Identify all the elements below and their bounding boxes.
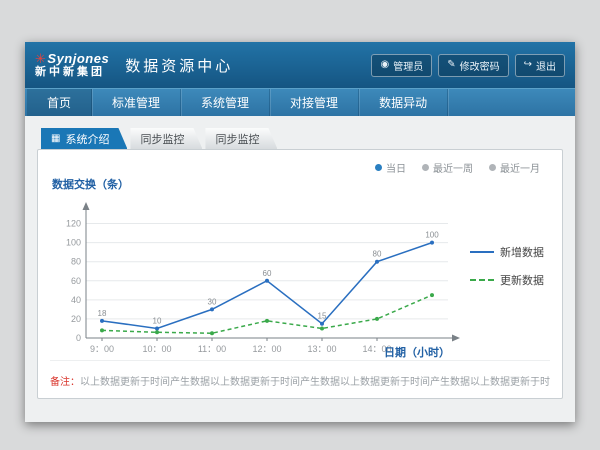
line-chart: 0 20 40 60 80 100 120 9：00 10：00 11：00 12：00 13：00 1…	[48, 194, 468, 366]
series-legend: 新增数据 更新数据	[470, 244, 544, 288]
solid-line-icon	[470, 251, 494, 253]
logo-subtitle: 新中新集团	[35, 66, 109, 78]
svg-text:60: 60	[263, 269, 272, 278]
svg-text:12：00: 12：00	[252, 344, 281, 354]
chart-row: 0 20 40 60 80 100 120 9：00 10：00 11：00 12：00 13：00 1…	[48, 194, 552, 366]
footnote-label: 备注：	[50, 377, 80, 388]
tab-sync-monitor-2[interactable]: 同步监控	[205, 128, 277, 149]
svg-text:0: 0	[76, 333, 81, 343]
nav-item-home[interactable]: 首页	[27, 89, 92, 116]
user-button-label: 管理员	[393, 58, 423, 73]
svg-text:9：00: 9：00	[90, 344, 114, 354]
tab-label: 系统介绍	[65, 131, 109, 147]
svg-text:80: 80	[71, 257, 81, 267]
svg-text:100: 100	[66, 238, 81, 248]
footnote: 备注：以上数据更新于时间产生数据以上数据更新于时间产生数据以上数据更新于时间产生…	[50, 360, 550, 388]
series-label: 更新数据	[500, 272, 544, 288]
logout-button[interactable]: ↪ 退出	[515, 54, 565, 77]
app-window: ✳Synjones 新中新集团 数据资源中心 ◉ 管理员 ✎ 修改密码 ↪ 退出	[25, 42, 575, 422]
filter-label: 当日	[386, 160, 406, 175]
filter-last-week[interactable]: 最近一周	[422, 160, 473, 175]
main-nav: 首页 标准管理 系统管理 对接管理 数据异动	[25, 88, 575, 116]
time-range-filters: 当日 最近一周 最近一月	[375, 160, 540, 175]
logout-label: 退出	[536, 58, 556, 73]
logout-icon: ↪	[524, 60, 532, 70]
x-axis-title: 日期（小时）	[384, 344, 450, 360]
svg-text:80: 80	[373, 250, 382, 259]
svg-text:60: 60	[71, 276, 81, 286]
nav-item-standard-mgmt[interactable]: 标准管理	[92, 89, 181, 116]
legend-new-data: 新增数据	[470, 244, 544, 260]
logo-star-icon: ✳	[35, 51, 46, 66]
legend-updated-data: 更新数据	[470, 272, 544, 288]
svg-text:11：00: 11：00	[198, 344, 226, 354]
y-axis-title: 数据交换（条）	[52, 176, 552, 192]
dot-icon	[422, 164, 429, 171]
svg-text:30: 30	[208, 297, 217, 306]
svg-text:40: 40	[71, 295, 81, 305]
tab-label: 同步监控	[140, 131, 184, 147]
tab-system-intro[interactable]: ▦ 系统介绍	[41, 128, 127, 149]
user-button[interactable]: ◉ 管理员	[371, 54, 432, 77]
logo: ✳Synjones 新中新集团	[35, 52, 109, 78]
filter-last-month[interactable]: 最近一月	[489, 160, 540, 175]
tab-bar: ▦ 系统介绍 同步监控 同步监控	[41, 128, 563, 149]
svg-text:20: 20	[71, 314, 81, 324]
svg-text:18: 18	[98, 309, 107, 318]
svg-text:10：00: 10：00	[142, 344, 171, 354]
tab-label: 同步监控	[215, 131, 259, 147]
desktop-background: ✳Synjones 新中新集团 数据资源中心 ◉ 管理员 ✎ 修改密码 ↪ 退出	[0, 0, 600, 450]
svg-text:120: 120	[66, 219, 81, 229]
change-password-button[interactable]: ✎ 修改密码	[438, 54, 508, 77]
svg-text:13：00: 13：00	[307, 344, 336, 354]
top-bar: ✳Synjones 新中新集团 数据资源中心 ◉ 管理员 ✎ 修改密码 ↪ 退出	[25, 42, 575, 88]
filter-label: 最近一周	[433, 160, 473, 175]
footnote-text: 以上数据更新于时间产生数据以上数据更新于时间产生数据以上数据更新于时间产生数据以…	[80, 377, 550, 388]
user-icon: ◉	[380, 60, 389, 70]
tab-sync-monitor-1[interactable]: 同步监控	[130, 128, 202, 149]
page-title: 数据资源中心	[125, 55, 233, 76]
grid-icon: ▦	[51, 134, 60, 144]
nav-item-data-change[interactable]: 数据异动	[359, 89, 448, 116]
svg-text:10: 10	[153, 316, 162, 325]
content-area: ▦ 系统介绍 同步监控 同步监控 当日	[25, 116, 575, 399]
filter-label: 最近一月	[500, 160, 540, 175]
dot-icon	[375, 164, 382, 171]
filter-today[interactable]: 当日	[375, 160, 406, 175]
svg-text:100: 100	[425, 231, 439, 240]
nav-item-connect-mgmt[interactable]: 对接管理	[270, 89, 359, 116]
dot-icon	[489, 164, 496, 171]
dashed-line-icon	[470, 279, 494, 281]
svg-text:15: 15	[318, 312, 327, 321]
series-label: 新增数据	[500, 244, 544, 260]
chart-panel: 当日 最近一周 最近一月 数据交换（条） 0 20 40 60 80 100 120 9：00…	[37, 149, 563, 399]
logo-text: Synjones	[47, 51, 109, 66]
topbar-actions: ◉ 管理员 ✎ 修改密码 ↪ 退出	[371, 54, 565, 77]
change-password-label: 修改密码	[460, 58, 500, 73]
pencil-icon: ✎	[447, 60, 455, 70]
nav-item-system-mgmt[interactable]: 系统管理	[181, 89, 270, 116]
